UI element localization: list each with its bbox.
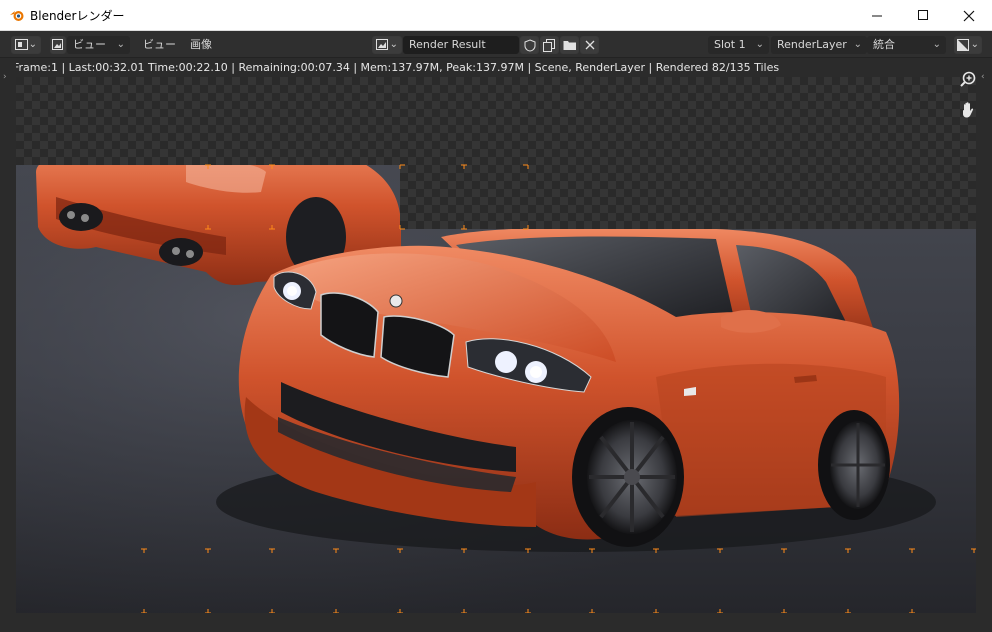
maximize-icon [917, 10, 928, 20]
toolbar-expand-icon[interactable]: ‹ [981, 72, 985, 82]
chevron-down-icon: ⌄ [853, 39, 862, 50]
display-channels-button[interactable]: ⌄ [954, 36, 982, 54]
slot-dropdown[interactable]: Slot 1 ⌄ [708, 36, 769, 54]
slot-label: Slot 1 [714, 38, 746, 51]
fake-user-button[interactable] [520, 36, 539, 54]
view-mode-dropdown[interactable]: ビュー ⌄ [67, 36, 130, 54]
view-mode-label: ビュー [73, 38, 106, 51]
folder-icon [563, 41, 576, 50]
render-layer-label: RenderLayer [777, 38, 847, 51]
chevron-down-icon: ⌄ [932, 39, 941, 50]
image-mode-icon [52, 39, 63, 50]
chevron-down-icon: ⌄ [755, 39, 764, 50]
blender-logo-icon [10, 11, 24, 21]
hand-pan-icon [963, 102, 974, 118]
render-viewport[interactable] [16, 77, 976, 613]
unlink-image-button[interactable] [580, 36, 599, 54]
open-image-button[interactable] [560, 36, 579, 54]
maximize-button[interactable] [900, 0, 946, 31]
pan-button[interactable] [957, 99, 979, 121]
image-browse-button[interactable]: ⌄ [372, 36, 402, 54]
render-pass-label: 統合 [873, 38, 895, 51]
menu-image[interactable]: 画像 [190, 36, 212, 54]
window-title: Blenderレンダー [30, 9, 125, 23]
zoom-in-icon [960, 71, 976, 87]
editor-type-button[interactable]: ⌄ [11, 36, 41, 54]
minimize-icon [871, 15, 882, 17]
bottom-border [0, 613, 992, 632]
render-status-text: Frame:1 | Last:00:32.01 Time:00:22.10 | … [0, 58, 992, 77]
duplicate-icon [543, 39, 555, 52]
display-channels-icon [957, 39, 969, 51]
render-result-image [16, 164, 976, 613]
window-titlebar: Blenderレンダー [0, 0, 992, 31]
image-name-field[interactable]: Render Result [403, 36, 519, 54]
minimize-button[interactable] [854, 0, 900, 31]
render-pass-dropdown[interactable]: 統合 ⌄ [867, 36, 946, 54]
zoom-button[interactable] [957, 69, 979, 91]
menu-view[interactable]: ビュー [143, 36, 176, 54]
image-name-label: Render Result [409, 38, 486, 51]
new-image-button[interactable] [540, 36, 559, 54]
render-layer-dropdown[interactable]: RenderLayer ⌄ [771, 36, 867, 54]
right-sidebar-strip: ‹ [976, 58, 992, 632]
close-button[interactable] [946, 0, 992, 31]
image-editor-icon [15, 39, 28, 50]
chevron-down-icon: ⌄ [116, 39, 125, 50]
image-browse-icon [376, 39, 388, 50]
image-editor-header: ⌄ ビュー ⌄ ビュー 画像 ⌄ Render Result Slot 1 ⌄ … [0, 31, 992, 58]
sidebar-expand-icon[interactable]: › [3, 72, 7, 82]
left-sidebar-strip: › [0, 58, 16, 632]
view-mode-button[interactable] [50, 36, 66, 54]
shield-icon [524, 39, 536, 52]
close-x-icon [585, 40, 595, 50]
close-icon [963, 10, 975, 21]
